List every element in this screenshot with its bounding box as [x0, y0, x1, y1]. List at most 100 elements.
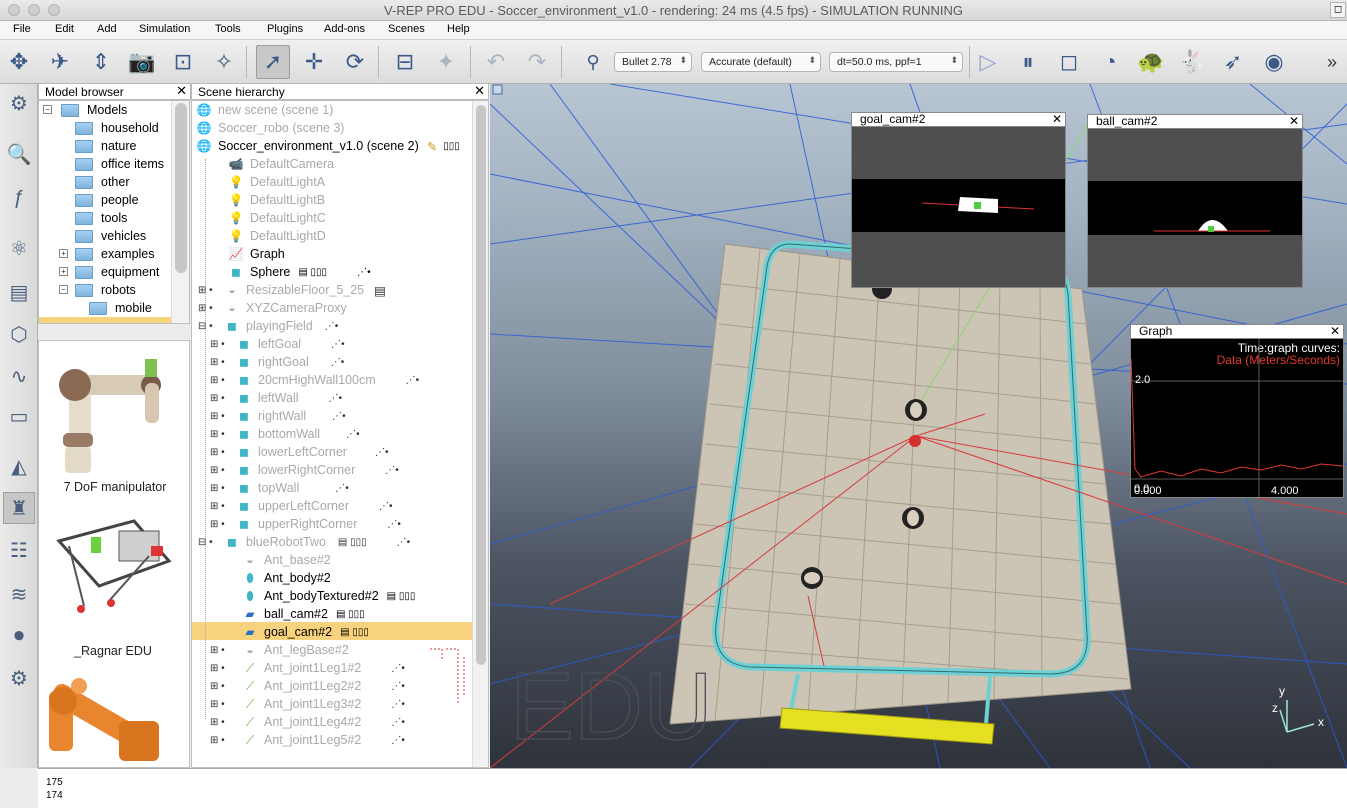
scene-item-default-camera[interactable]: 📹 DefaultCamera [228, 155, 335, 173]
expand-icon[interactable]: ⊞ • [210, 393, 236, 404]
scene-item-top-wall[interactable]: ⊞ • ◼ topWall ⋰• [210, 479, 349, 497]
menu-help[interactable]: Help [447, 23, 470, 35]
expand-icon[interactable]: ⊞ • [198, 285, 224, 296]
scene-item-sphere[interactable]: ◼ Sphere ▤ ▯▯▯ ⋰• [228, 263, 371, 281]
orange-robot-thumbnail[interactable] [48, 678, 159, 761]
folder-mobile[interactable]: mobile [89, 299, 152, 317]
expand-icon[interactable]: + [59, 249, 68, 258]
math-functions-icon[interactable]: ƒ [3, 182, 35, 214]
fit-to-view-icon[interactable]: ⊡ [166, 45, 200, 79]
collapse-icon[interactable]: ⊟ • [198, 537, 224, 548]
fly-icon[interactable]: ✧ [207, 45, 241, 79]
click-select-icon[interactable]: ➚ [256, 45, 290, 79]
scene-item-ant-joint1-leg3[interactable]: ⊞ • ⟋ Ant_joint1Leg3#2 ⋰• [210, 695, 405, 713]
scripts-icon[interactable]: ▤ [3, 276, 35, 308]
menu-simulation[interactable]: Simulation [139, 23, 190, 35]
expand-icon[interactable]: ⊞ • [210, 339, 236, 350]
scene-item-ant-joint1-leg1[interactable]: ⊞ • ⟋ Ant_joint1Leg1#2 ⋰• [210, 659, 405, 677]
script-config-icon[interactable]: ▤ ▯▯▯ [298, 267, 327, 278]
scene-item-ant-joint1-leg5[interactable]: ⊞ • ⟋ Ant_joint1Leg5#2 ⋰• [210, 731, 405, 749]
scene-item-default-light-a[interactable]: 💡 DefaultLightA [228, 173, 326, 191]
scene-item-graph[interactable]: 📈 Graph [228, 245, 285, 263]
expand-icon[interactable]: + [59, 267, 68, 276]
menu-file[interactable]: File [13, 23, 31, 35]
selection-icon[interactable]: ▭ [3, 400, 35, 432]
scene-item-ant-base[interactable]: ◒ Ant_base#2 [242, 551, 330, 569]
scene-item-default-light-c[interactable]: 💡 DefaultLightC [228, 209, 326, 227]
collapse-icon[interactable]: − [43, 105, 52, 114]
layers-stack-icon[interactable]: ≋ [3, 578, 35, 610]
calculation-modules-icon[interactable]: 🔍 [3, 138, 35, 170]
scene-item-right-wall[interactable]: ⊞ • ◼ rightWall ⋰• [210, 407, 346, 425]
visualization-icon[interactable]: ◉ [1257, 45, 1291, 79]
menu-scenes[interactable]: Scenes [388, 23, 425, 35]
scrollbar[interactable] [472, 101, 488, 767]
scene-item-resizable-floor[interactable]: ⊞ • ◒ ResizableFloor_5_25 ▤ [198, 281, 386, 299]
thread-rendering-icon[interactable]: ➶ [1216, 45, 1250, 79]
scene-item-ant-body-textured[interactable]: ⬮ Ant_bodyTextured#2 ▤ ▯▯▯ [242, 587, 415, 605]
menu-tools[interactable]: Tools [215, 23, 241, 35]
ragnar-thumbnail[interactable] [56, 519, 172, 613]
script-config-icon[interactable]: ▤ ▯▯▯ [340, 627, 369, 638]
assemble-icon[interactable]: ⊟ [388, 45, 422, 79]
expand-icon[interactable]: ⊞ • [210, 465, 236, 476]
menu-add[interactable]: Add [97, 23, 117, 35]
folder-nature[interactable]: nature [75, 137, 136, 155]
dynamics-icon[interactable]: ⚲ [576, 45, 610, 79]
expand-icon[interactable]: ⊞ • [210, 411, 236, 422]
script-config-icon[interactable]: ▤ ▯▯▯ [338, 537, 367, 548]
expand-icon[interactable]: ⊞ • [210, 483, 236, 494]
graph-header[interactable]: Graph ✕ [1131, 325, 1343, 339]
path-edit-icon[interactable]: ∿ [3, 360, 35, 392]
camera-rotate-icon[interactable]: ✈ [43, 45, 77, 79]
expand-icon[interactable]: ⊞ • [210, 501, 236, 512]
video-recorder-icon[interactable]: ⏺ [3, 620, 35, 652]
ball-cam-window[interactable]: ball_cam#2 ✕ [1087, 114, 1303, 288]
pause-icon[interactable]: ⏸ [1011, 45, 1045, 79]
folder-household[interactable]: household [75, 119, 159, 137]
expand-icon[interactable]: ⊞ • [210, 645, 242, 656]
scene-item-default-light-d[interactable]: 💡 DefaultLightD [228, 227, 326, 245]
script-config-icon[interactable]: ▤ ▯▯▯ [387, 591, 416, 602]
scene-item-default-light-b[interactable]: 💡 DefaultLightB [228, 191, 326, 209]
scene-item-left-wall[interactable]: ⊞ • ◼ leftWall ⋰• [210, 389, 342, 407]
expand-icon[interactable]: ⊞ • [210, 735, 242, 746]
expand-icon[interactable]: ⊞ • [210, 681, 242, 692]
menu-add-ons[interactable]: Add-ons [324, 23, 365, 35]
scene-item-lower-right-corner[interactable]: ⊞ • ◼ lowerRightCorner ⋰• [210, 461, 399, 479]
folder-tools[interactable]: tools [75, 209, 127, 227]
scene-item-ant-leg-base[interactable]: ⊞ • ◒ Ant_legBase#2 [210, 641, 349, 659]
folder-other[interactable]: other [75, 173, 130, 191]
ball-cam-header[interactable]: ball_cam#2 ✕ [1088, 115, 1302, 129]
stop-icon[interactable]: ◻ [1052, 45, 1086, 79]
speed-up-icon[interactable]: 🐇 [1175, 45, 1209, 79]
script-config-icon[interactable]: ▯▯▯ [443, 141, 460, 152]
scene-item-blue-robot-two[interactable]: ⊟ • ◼ blueRobotTwo ▤ ▯▯▯ ⋰• [198, 533, 410, 551]
collapse-icon[interactable]: − [59, 285, 68, 294]
expand-icon[interactable]: ⊞ • [210, 663, 242, 674]
undo-icon[interactable]: ↶ [479, 45, 513, 79]
folder-robots[interactable]: robots [75, 281, 136, 299]
expand-icon[interactable]: ⊞ • [210, 519, 236, 530]
expand-icon[interactable]: ⊞ • [210, 357, 236, 368]
expand-icon[interactable]: ⊞ • [210, 717, 242, 728]
user-settings-icon[interactable]: ⚙ [3, 662, 35, 694]
folder-vehicles[interactable]: vehicles [75, 227, 146, 245]
menu-plugins[interactable]: Plugins [267, 23, 303, 35]
expand-icon[interactable]: ⊞ • [198, 303, 224, 314]
redo-icon[interactable]: ↷ [520, 45, 554, 79]
layers-icon[interactable]: ◭ [3, 450, 35, 482]
fullscreen-button[interactable]: ◻ [1330, 2, 1346, 18]
scene-item-soccer-environment[interactable]: 🌐 Soccer_environment_v1.0 (scene 2) ✎ ▯▯▯ [196, 137, 460, 155]
scene-item-bottom-wall[interactable]: ⊞ • ◼ bottomWall ⋰• [210, 425, 360, 443]
graph-window[interactable]: Graph ✕ Time:graph curves: Data (Meters/S… [1130, 324, 1344, 498]
scene-item-soccer-robo[interactable]: 🌐 Soccer_robo (scene 3) [196, 119, 345, 137]
timestep-select[interactable]: dt=50.0 ms, ppf=1 ⬍ [829, 52, 963, 72]
scene-item-ant-joint1-leg2[interactable]: ⊞ • ⟋ Ant_joint1Leg2#2 ⋰• [210, 677, 405, 695]
scene-hierarchy-toggle-icon[interactable]: ☷ [3, 534, 35, 566]
scene-item-lower-left-corner[interactable]: ⊞ • ◼ lowerLeftCorner ⋰• [210, 443, 388, 461]
menu-edit[interactable]: Edit [55, 23, 74, 35]
close-icon[interactable]: ✕ [1289, 115, 1299, 128]
folder-examples[interactable]: examples [75, 245, 155, 263]
scene-item-goal-cam[interactable]: ▰ goal_cam#2 ▤ ▯▯▯ [242, 623, 369, 641]
